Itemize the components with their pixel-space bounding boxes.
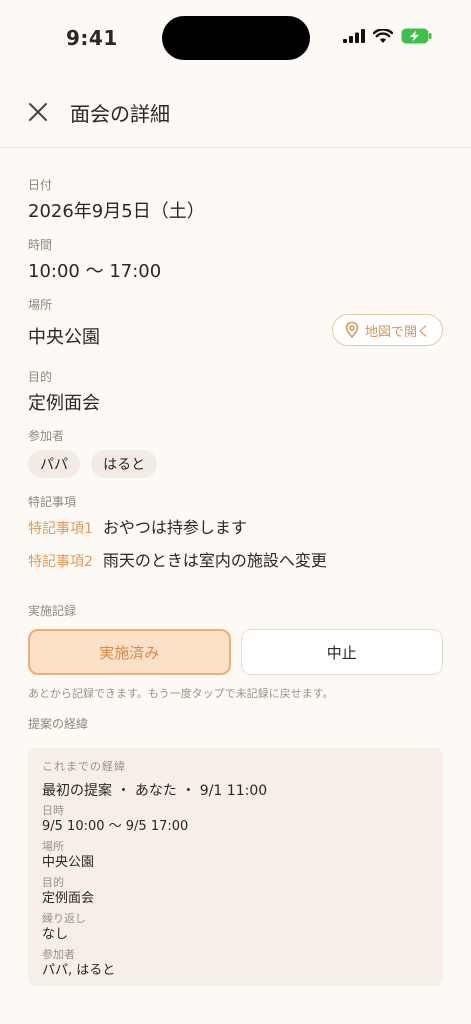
note-item: 特記事項2 雨天のときは室内の施設へ変更: [28, 547, 443, 571]
status-time: 9:41: [66, 26, 118, 50]
date-value: 2026年9月5日（土）: [28, 201, 205, 222]
page-title: 面会の詳細: [70, 102, 170, 126]
history-entry-title: 最初の提案 ・ あなた ・ 9/1 11:00: [42, 783, 268, 799]
open-map-button[interactable]: 地図で開く: [331, 314, 443, 346]
history-field-label: 参加者: [42, 948, 75, 961]
purpose-section: 目的 定例面会: [28, 368, 443, 415]
record-label: 実施記録: [28, 604, 77, 618]
date-section: 日付 2026年9月5日（土）: [28, 176, 443, 223]
battery-charging-icon: [401, 28, 432, 44]
note-value: おやつは持参します: [102, 518, 247, 537]
notes-section: 特記事項 特記事項1 おやつは持参します 特記事項2 雨天のときは室内の施設へ変…: [28, 493, 443, 580]
history-field-value: 中央公園: [42, 855, 95, 870]
purpose-label: 目的: [28, 370, 53, 384]
history-field-label: 日時: [42, 804, 64, 817]
history-field-value: 9/5 10:00 〜 9/5 17:00: [42, 819, 189, 834]
dynamic-island: [162, 16, 310, 60]
time-label: 時間: [28, 238, 53, 252]
wifi-icon: [373, 28, 393, 43]
done-button[interactable]: 実施済み: [28, 629, 231, 675]
status-bar: 9:41: [0, 0, 471, 76]
participant-chip: はると: [91, 450, 158, 478]
history-field-value: 定例面会: [42, 891, 95, 906]
note-value: 雨天のときは室内の施設へ変更: [102, 551, 327, 570]
location-pin-icon: [345, 322, 359, 338]
header: 面会の詳細: [0, 76, 471, 148]
note-key: 特記事項1: [28, 521, 93, 537]
participants-section: 参加者 パパ はると: [28, 427, 443, 478]
history-field-label: 場所: [42, 840, 64, 853]
close-icon: [29, 103, 47, 121]
cancel-button[interactable]: 中止: [240, 629, 443, 675]
time-value: 10:00 〜 17:00: [28, 261, 162, 282]
history-field-value: パパ, はると: [42, 963, 116, 978]
purpose-value: 定例面会: [28, 393, 100, 414]
place-label: 場所: [28, 298, 53, 312]
participants-label: 参加者: [28, 429, 65, 443]
notes-label: 特記事項: [28, 495, 77, 509]
notes-list: 特記事項1 おやつは持参します 特記事項2 雨天のときは室内の施設へ変更: [28, 514, 443, 571]
close-button[interactable]: [24, 98, 52, 126]
history-box-title: これまでの経緯: [42, 760, 126, 773]
record-hint: あとから記録できます。もう一度タップで未記録に戻せます。: [28, 687, 334, 700]
history-box: これまでの経緯 最初の提案 ・ あなた ・ 9/1 11:00 日時 9/5 1…: [28, 748, 443, 986]
history-label: 提案の経緯: [28, 717, 89, 731]
history-section-label-wrap: 提案の経緯: [28, 715, 443, 732]
note-item: 特記事項1 おやつは持参します: [28, 514, 443, 538]
time-section: 時間 10:00 〜 17:00: [28, 236, 443, 283]
record-buttons: 実施済み 中止: [28, 629, 443, 675]
history-field-label: 目的: [42, 876, 64, 889]
signal-icon: [343, 29, 365, 43]
date-label: 日付: [28, 178, 53, 192]
participants-chips: パパ はると: [28, 450, 443, 478]
open-map-label: 地図で開く: [364, 324, 430, 340]
participant-chip: パパ: [28, 450, 80, 478]
record-section: 実施記録 実施済み 中止 あとから記録できます。もう一度タップで未記録に戻せます…: [28, 602, 443, 701]
note-key: 特記事項2: [28, 554, 93, 570]
status-icons: [343, 28, 433, 44]
history-field-label: 繰り返し: [42, 912, 86, 925]
history-field-value: なし: [42, 927, 69, 942]
